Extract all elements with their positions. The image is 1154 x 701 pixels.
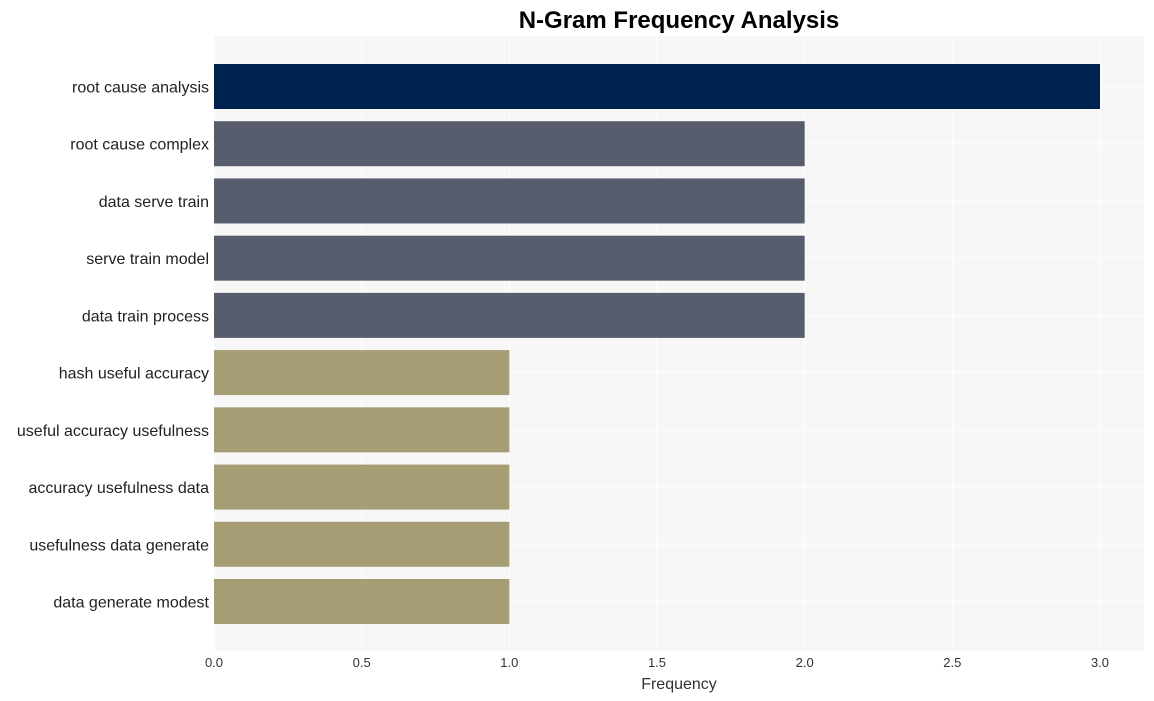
chart-title: N-Gram Frequency Analysis <box>519 7 840 34</box>
y-tick-label: data generate modest <box>53 595 209 612</box>
bar-useful-accuracy-usefulness <box>214 407 510 453</box>
chart: root cause analysis root cause complex dat… <box>17 7 1144 693</box>
x-tick-label: 1.0 <box>500 655 518 670</box>
y-axis-labels: root cause analysis root cause complex dat… <box>17 80 210 612</box>
x-tick-label: 1.5 <box>648 655 666 670</box>
x-tick-label: 0.0 <box>205 655 223 670</box>
bar-data-serve-train <box>214 178 805 224</box>
x-tick-label: 2.0 <box>796 655 814 670</box>
bar-data-train-process <box>214 292 805 338</box>
bar-hash-useful-accuracy <box>214 350 510 396</box>
bar-accuracy-usefulness-data <box>214 464 510 510</box>
x-axis-label: Frequency <box>641 676 717 693</box>
y-tick-label: usefulness data generate <box>29 537 209 554</box>
bar-serve-train-model <box>214 235 805 281</box>
x-axis-ticks: 0.0 0.5 1.0 1.5 2.0 2.5 3.0 <box>205 655 1109 670</box>
bar-root-cause-complex <box>214 121 805 167</box>
x-tick-label: 3.0 <box>1091 655 1109 670</box>
y-tick-label: root cause analysis <box>72 80 209 97</box>
y-tick-label: data serve train <box>99 194 209 211</box>
y-tick-label: root cause complex <box>70 137 209 154</box>
x-tick-label: 2.5 <box>943 655 961 670</box>
bar-data-generate-modest <box>214 579 510 624</box>
y-tick-label: hash useful accuracy <box>59 366 209 383</box>
y-tick-label: data train process <box>82 308 209 325</box>
y-tick-label: accuracy usefulness data <box>28 480 209 497</box>
x-tick-label: 0.5 <box>353 655 371 670</box>
y-tick-label: useful accuracy usefulness <box>17 423 209 440</box>
y-tick-label: serve train model <box>86 251 209 268</box>
bar-root-cause-analysis <box>214 64 1100 109</box>
bar-usefulness-data-generate <box>214 521 510 567</box>
